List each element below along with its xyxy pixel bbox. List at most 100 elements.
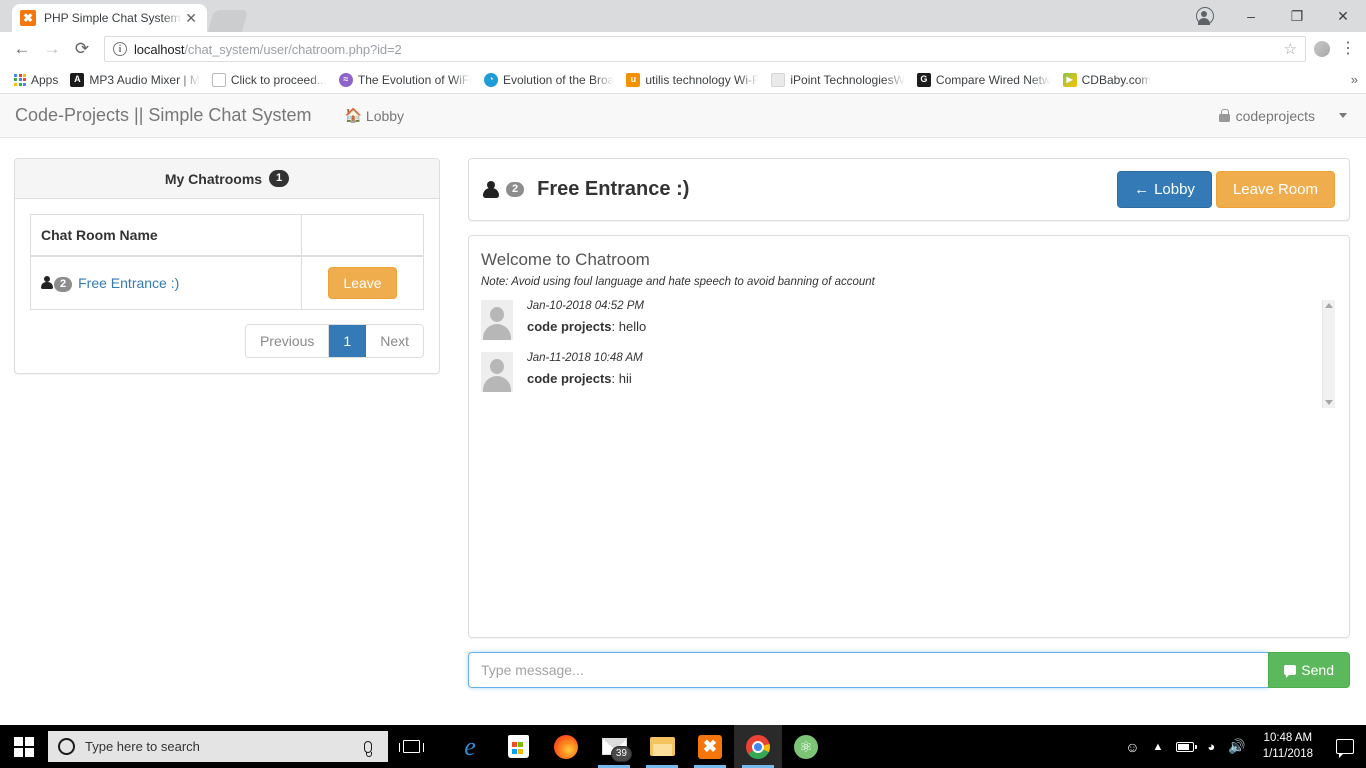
page-content: Code-Projects || Simple Chat System 🏠 Lo… — [0, 94, 1366, 725]
message-body: hello — [618, 319, 647, 334]
bookmark-item[interactable]: G Compare Wired Netw — [911, 71, 1057, 89]
site-info-icon[interactable]: i — [113, 42, 127, 56]
pagination-page-1[interactable]: 1 — [329, 325, 367, 357]
scroll-down-icon[interactable] — [1325, 400, 1333, 405]
taskbar-mail-button[interactable]: 39 — [590, 725, 638, 768]
address-bar[interactable]: i localhost/chat_system/user/chatroom.ph… — [104, 36, 1306, 62]
room-link[interactable]: Free Entrance :) — [78, 275, 179, 291]
taskbar-xampp-button[interactable]: ✖ — [686, 725, 734, 768]
globe-icon: ◔ — [483, 72, 498, 87]
start-button[interactable] — [0, 725, 48, 768]
tab-strip: ✖ PHP Simple Chat System ✕ – ❐ ✕ — [0, 0, 1366, 32]
forward-button[interactable]: → — [38, 35, 66, 63]
message-input[interactable] — [468, 652, 1269, 688]
bookmark-star-icon[interactable]: ☆ — [1284, 40, 1297, 58]
app-brand[interactable]: Code-Projects || Simple Chat System — [15, 105, 326, 126]
room-member-badge: 2 — [54, 276, 73, 292]
lobby-button[interactable]: ← Lobby — [1117, 171, 1212, 208]
url-path: /chat_system/user/chatroom.php?id=2 — [184, 41, 402, 57]
nav-lobby-link[interactable]: 🏠 Lobby — [344, 107, 404, 124]
new-tab-button[interactable] — [207, 10, 249, 32]
volume-icon[interactable]: 🔊 — [1228, 738, 1245, 755]
close-window-button[interactable]: ✕ — [1320, 0, 1366, 32]
taskbar-chrome-button[interactable] — [734, 725, 782, 768]
extension-icon[interactable] — [1314, 41, 1330, 57]
battery-icon[interactable] — [1176, 741, 1198, 752]
panel-title: My Chatrooms — [164, 170, 263, 187]
chat-bubble-icon — [1284, 665, 1297, 678]
chrome-menu-icon[interactable]: ⋮ — [1338, 40, 1358, 56]
chatroom-title: Free Entrance :) — [537, 178, 690, 200]
bookmark-item[interactable]: iPoint TechnologiesW — [765, 71, 911, 89]
pagination-next[interactable]: Next — [366, 325, 423, 357]
taskbar-edge-button[interactable]: e — [446, 725, 494, 768]
bookmark-item[interactable]: u utilis technology Wi-F — [620, 71, 765, 89]
people-icon[interactable]: ☺ — [1125, 739, 1139, 755]
minimize-button[interactable]: – — [1228, 0, 1274, 32]
apps-grid-icon — [14, 73, 26, 86]
clock-date: 1/11/2018 — [1262, 747, 1313, 760]
bookmark-item[interactable]: ◔ Evolution of the Broa — [478, 71, 620, 89]
send-button[interactable]: Send — [1268, 652, 1350, 688]
xampp-favicon-icon: ✖ — [20, 10, 36, 26]
room-name-cell: 2 Free Entrance :) — [30, 255, 302, 310]
messages-scrollbar[interactable] — [1322, 300, 1335, 408]
action-center-icon[interactable] — [1336, 739, 1354, 758]
task-view-button[interactable] — [388, 725, 434, 768]
bookmark-item[interactable]: ▶ CDBaby.com — [1057, 71, 1158, 89]
taskbar-apps: e 39 ✖ ⚛ — [446, 725, 830, 768]
wifi-icon[interactable]: ◕ — [1207, 739, 1215, 754]
message-item: Jan-10-2018 04:52 PM code projects: hell… — [481, 300, 1315, 340]
reload-button[interactable]: ⟳ — [68, 35, 96, 63]
atom-icon: ⚛ — [794, 734, 818, 759]
panel-heading: My Chatrooms 1 — [15, 159, 439, 199]
lock-icon — [1218, 109, 1230, 122]
bookmark-label: CDBaby.com — [1081, 72, 1152, 87]
home-icon: 🏠 — [344, 107, 362, 123]
panel-body: Chat Room Name 2 Free Entrance :) Leave — [15, 199, 439, 373]
message-text: code projects: hello — [527, 319, 647, 334]
message-timestamp: Jan-10-2018 04:52 PM — [527, 300, 644, 312]
system-tray: ☺ ▲ ◕ 🔊 10:48 AM 1/11/2018 — [1125, 731, 1366, 762]
nav-lobby-label: Lobby — [365, 107, 405, 124]
bookmark-item[interactable]: A MP3 Audio Mixer | M — [64, 71, 205, 89]
send-button-label: Send — [1301, 662, 1334, 678]
bookmarks-overflow-icon[interactable]: » — [1351, 72, 1358, 87]
taskbar-search[interactable]: Type here to search — [48, 731, 388, 762]
browser-tab[interactable]: ✖ PHP Simple Chat System ✕ — [12, 4, 207, 32]
taskbar-firefox-button[interactable] — [542, 725, 590, 768]
clock-time: 10:48 AM — [1263, 731, 1313, 744]
message-author: code projects — [527, 371, 612, 386]
windows-taskbar: Type here to search e 39 ✖ ⚛ ☺ ▲ ◕ 🔊 10:… — [0, 725, 1366, 768]
chatroom-count-badge: 1 — [269, 170, 290, 187]
pagination-previous[interactable]: Previous — [245, 325, 330, 357]
taskbar-file-explorer-button[interactable] — [638, 725, 686, 768]
navbar-right: codeprojects — [1218, 108, 1351, 124]
messages-scroll-area[interactable]: Jan-10-2018 04:52 PM code projects: hell… — [481, 300, 1337, 408]
avatar — [481, 300, 513, 340]
bookmark-label: iPoint TechnologiesW — [790, 72, 905, 87]
message-content: Jan-11-2018 10:48 AM code projects: hii — [527, 352, 643, 392]
leave-room-button[interactable]: Leave — [328, 267, 397, 299]
microphone-icon[interactable] — [364, 740, 372, 757]
search-placeholder: Type here to search — [85, 739, 200, 754]
scroll-up-icon[interactable] — [1325, 303, 1333, 308]
chevron-up-icon[interactable]: ▲ — [1153, 741, 1164, 753]
bookmark-item[interactable]: ≈ The Evolution of WiFi — [333, 71, 478, 89]
browser-window: ✖ PHP Simple Chat System ✕ – ❐ ✕ ← → ⟳ i… — [0, 0, 1366, 725]
bookmark-label: utilis technology Wi-F — [645, 72, 760, 87]
maximize-button[interactable]: ❐ — [1274, 0, 1320, 32]
taskbar-atom-button[interactable]: ⚛ — [782, 725, 830, 768]
bookmark-item[interactable]: Click to proceed... — [206, 71, 333, 89]
apps-shortcut[interactable]: Apps — [8, 71, 64, 89]
leave-room-header-button[interactable]: Leave Room — [1215, 171, 1335, 208]
profile-button[interactable] — [1182, 0, 1228, 32]
chevron-down-icon[interactable] — [1339, 113, 1347, 118]
nav-user-menu[interactable]: codeprojects — [1218, 108, 1315, 124]
table-row: 2 Free Entrance :) Leave — [30, 255, 424, 310]
chat-column: 2 Free Entrance :) ← Lobby Leave Room Wel… — [468, 158, 1350, 688]
back-button[interactable]: ← — [8, 35, 36, 63]
taskbar-clock[interactable]: 10:48 AM 1/11/2018 — [1259, 731, 1317, 762]
taskbar-store-button[interactable] — [494, 725, 542, 768]
close-tab-icon[interactable]: ✕ — [183, 10, 199, 27]
